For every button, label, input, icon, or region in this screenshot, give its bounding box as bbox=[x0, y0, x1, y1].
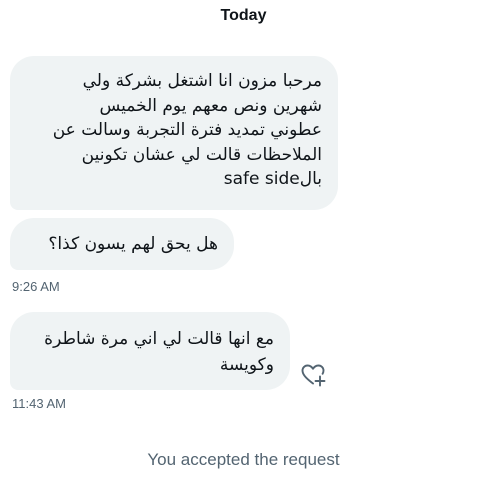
request-accepted-notice: You accepted the request bbox=[147, 450, 340, 469]
message-text-line: مع انها قالت لي اني مرة شاطرة bbox=[44, 329, 274, 349]
message-text-line: هل يحق لهم يسون كذا؟ bbox=[48, 234, 218, 254]
received-message-bubble[interactable]: هل يحق لهم يسون كذا؟ bbox=[10, 218, 234, 270]
heart-plus-icon bbox=[301, 364, 326, 387]
received-message-bubble[interactable]: مرحبا مزون انا اشتغل بشركة ولي شهرين ونص… bbox=[10, 56, 338, 210]
message-text-line: وكويسة bbox=[219, 355, 274, 375]
message-text-line: شهرين ونص معهم يوم الخميس bbox=[99, 95, 322, 116]
message-text-line: بالsafe side bbox=[223, 169, 322, 189]
add-reaction-button[interactable] bbox=[300, 362, 326, 388]
received-message-bubble[interactable]: مع انها قالت لي اني مرة شاطرة وكويسة bbox=[10, 312, 290, 390]
message-timestamp: 11:43 AM bbox=[12, 396, 66, 411]
day-header: Today bbox=[220, 7, 267, 24]
message-timestamp: 9:26 AM bbox=[12, 279, 60, 294]
message-text-line: مرحبا مزون انا اشتغل بشركة ولي bbox=[82, 71, 322, 91]
message-text-line: عطوني تمديد فترة التجربة وسالت عن bbox=[52, 120, 322, 140]
message-text-line: الملاحظات قالت لي عشان تكونين bbox=[81, 144, 322, 165]
